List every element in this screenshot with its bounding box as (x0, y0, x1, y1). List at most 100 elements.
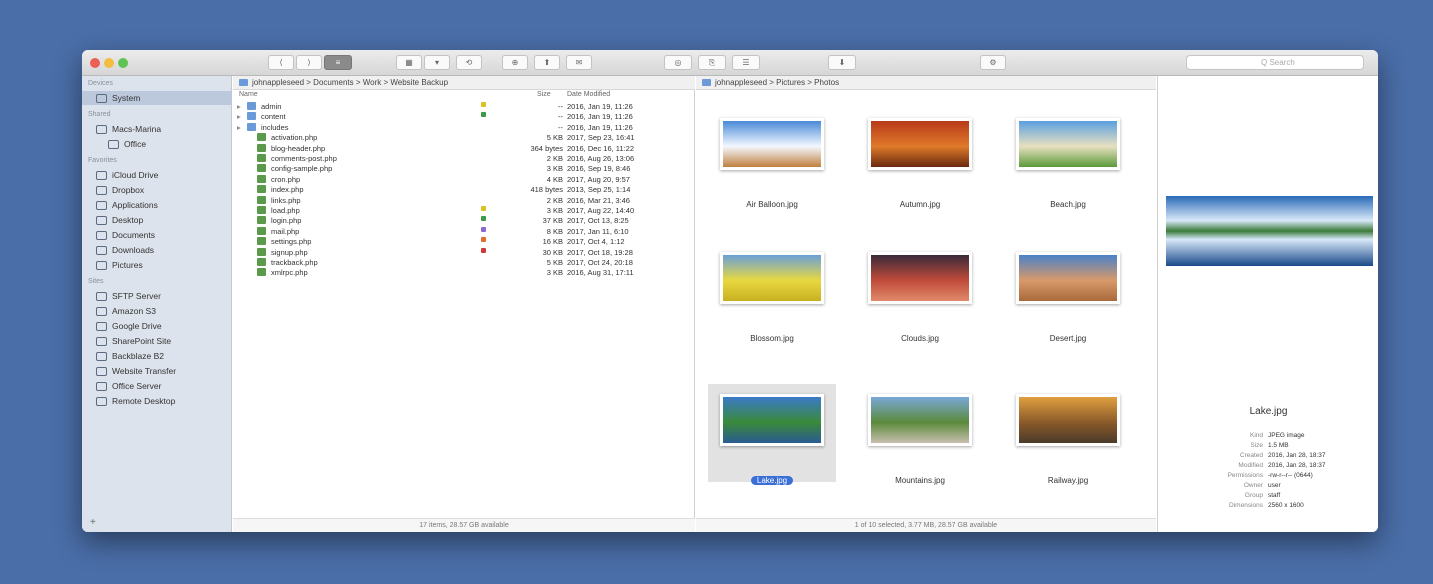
image-thumbnail[interactable] (1016, 394, 1120, 446)
file-date: 2016, Mar 21, 3:46 (567, 195, 630, 205)
sidebar-item-applications[interactable]: Applications (82, 198, 232, 212)
file-row[interactable]: ▸ content -- 2016, Jan 19, 11:26 (233, 112, 695, 122)
toolbar-button-9[interactable]: ✉ (566, 55, 592, 70)
file-row[interactable]: comments-post.php 2 KB 2016, Aug 26, 13:06 (233, 154, 695, 164)
column-date-header[interactable]: Date Modified (567, 91, 610, 98)
toolbar-button-10[interactable]: ◎ (664, 55, 692, 70)
file-row[interactable]: ▸ includes -- 2016, Jan 19, 11:26 (233, 122, 695, 133)
file-row[interactable]: ▸ admin -- 2016, Jan 19, 11:26 (233, 102, 695, 112)
file-row[interactable]: settings.php 16 KB 2017, Oct 4, 1:12 (233, 237, 695, 247)
sidebar-item-sftp-server[interactable]: SFTP Server (82, 289, 232, 303)
toolbar-button-8[interactable]: ⬆ (534, 55, 560, 70)
thumbnail-label[interactable]: Autumn.jpg (856, 200, 984, 209)
grid-path-bar[interactable]: johnappleseed > Pictures > Photos (696, 76, 1156, 90)
file-date: 2016, Jan 19, 11:26 (567, 122, 633, 132)
metadata-value: staff (1268, 492, 1281, 499)
sidebar-item-pictures[interactable]: Pictures (82, 258, 232, 272)
thumbnail-label[interactable]: Beach.jpg (1004, 200, 1132, 209)
thumbnail-label[interactable]: Air Balloon.jpg (708, 200, 836, 209)
toolbar-button-3[interactable]: ≡ (324, 55, 352, 70)
sidebar-item-backblaze-b2[interactable]: Backblaze B2 (82, 349, 232, 363)
thumbnail-filename: Beach.jpg (1050, 200, 1086, 209)
image-thumbnail[interactable] (720, 394, 824, 446)
metadata-row: Owner user (1158, 482, 1378, 492)
zoom-button[interactable] (118, 58, 128, 68)
file-row[interactable]: login.php 37 KB 2017, Oct 13, 8:25 (233, 216, 695, 226)
thumbnail-label[interactable]: Clouds.jpg (856, 334, 984, 343)
toolbar-button-7[interactable]: ⊕ (502, 55, 528, 70)
file-manager-window: ⟨ ⟩ ≡ ▦ ▾ ⟲ ⊕ ⬆ ✉ ◎ ⎘ ☰ ⬇ ⚙ Q Search Devices System Sha… (82, 50, 1378, 532)
sidebar-item-sharepoint-site[interactable]: SharePoint Site (82, 334, 232, 348)
metadata-key: Dimensions (1229, 502, 1263, 509)
toolbar-button-12[interactable]: ☰ (732, 55, 760, 70)
image-thumbnail[interactable] (868, 394, 972, 446)
minimize-button[interactable] (104, 58, 114, 68)
list-path-bar[interactable]: johnappleseed > Documents > Work > Websi… (233, 76, 695, 90)
sidebar-item-desktop[interactable]: Desktop (82, 213, 232, 227)
file-name: login.php (271, 216, 302, 226)
file-row[interactable]: activation.php 5 KB 2017, Sep 23, 16:41 (233, 133, 695, 143)
toolbar-button-5[interactable]: ▾ (424, 55, 450, 70)
toolbar-button-1[interactable]: ⟨ (268, 55, 294, 70)
toolbar-button-11[interactable]: ⎘ (698, 55, 726, 70)
file-row[interactable]: index.php 418 bytes 2013, Sep 25, 1:14 (233, 185, 695, 195)
file-row[interactable]: cron.php 4 KB 2017, Aug 20, 9:57 (233, 174, 695, 185)
close-button[interactable] (90, 58, 100, 68)
metadata-value: 2560 x 1600 (1268, 502, 1304, 509)
image-thumbnail[interactable] (720, 118, 824, 170)
sidebar-item-google-drive[interactable]: Google Drive (82, 319, 232, 333)
add-location-button[interactable]: + (90, 517, 96, 528)
file-row[interactable]: config-sample.php 3 KB 2016, Sep 19, 8:46 (233, 164, 695, 174)
file-row[interactable]: load.php 3 KB 2017, Aug 22, 14:40 (233, 206, 695, 216)
sidebar-item-website-transfer[interactable]: Website Transfer (82, 364, 232, 378)
disclosure-triangle-icon[interactable]: ▸ (237, 123, 241, 132)
metadata-value: JPEG image (1268, 432, 1305, 439)
image-thumbnail[interactable] (1016, 252, 1120, 304)
sidebar-item-label: iCloud Drive (112, 170, 159, 180)
file-name: settings.php (271, 237, 312, 247)
toolbar-button-2[interactable]: ⟩ (296, 55, 322, 70)
toolbar-button-13[interactable]: ⬇ (828, 55, 856, 70)
sidebar-item-office-server[interactable]: Office Server (82, 379, 232, 393)
file-row[interactable]: blog-header.php 364 bytes 2016, Dec 16, 11… (233, 143, 695, 154)
file-row[interactable]: links.php 2 KB 2016, Mar 21, 3:46 (233, 195, 695, 206)
thumbnail-label[interactable]: Blossom.jpg (708, 334, 836, 343)
grid-path-text: johnappleseed > Pictures > Photos (715, 78, 840, 87)
thumbnail-label[interactable]: Lake.jpg (708, 476, 836, 485)
column-size-header[interactable]: Size (537, 91, 551, 98)
metadata-key: Owner (1243, 482, 1263, 489)
search-field[interactable]: Q Search (1186, 55, 1364, 70)
thumbnail-filename: Lake.jpg (750, 476, 794, 485)
file-row[interactable]: trackback.php 5 KB 2017, Oct 24, 20:18 (233, 258, 695, 268)
file-icon (257, 143, 266, 152)
thumbnail-label[interactable]: Mountains.jpg (856, 476, 984, 485)
image-thumbnail[interactable] (868, 252, 972, 304)
column-name-header[interactable]: Name (239, 91, 258, 98)
sidebar-item-downloads[interactable]: Downloads (82, 243, 232, 257)
thumbnail-label[interactable]: Desert.jpg (1004, 334, 1132, 343)
sidebar-item-macs-marina[interactable]: Macs-Marina (82, 122, 232, 136)
sidebar-item-system[interactable]: System (82, 91, 232, 105)
sidebar-item-dropbox[interactable]: Dropbox (82, 183, 232, 197)
sidebar-section-header: Sites (88, 278, 104, 285)
toolbar-button-6[interactable]: ⟲ (456, 55, 482, 70)
thumbnail-label[interactable]: Railway.jpg (1004, 476, 1132, 485)
sidebar-item-label: Website Transfer (112, 366, 177, 376)
image-thumbnail[interactable] (1016, 118, 1120, 170)
sidebar-item-amazon-s3[interactable]: Amazon S3 (82, 304, 232, 318)
toolbar-button-14[interactable]: ⚙ (980, 55, 1006, 70)
sidebar-item-remote-desktop[interactable]: Remote Desktop (82, 394, 232, 408)
disclosure-triangle-icon[interactable]: ▸ (237, 102, 241, 111)
file-row[interactable]: mail.php 8 KB 2017, Jan 11, 6:10 (233, 226, 695, 237)
file-row[interactable]: signup.php 30 KB 2017, Oct 18, 19:28 (233, 247, 695, 258)
file-size: 5 KB (546, 258, 563, 267)
sidebar-item-documents[interactable]: Documents (82, 228, 232, 242)
sidebar-item-office[interactable]: Office (82, 137, 232, 151)
image-thumbnail[interactable] (868, 118, 972, 170)
image-thumbnail[interactable] (720, 252, 824, 304)
sidebar-item-icloud-drive[interactable]: iCloud Drive (82, 168, 232, 182)
file-row[interactable]: xmlrpc.php 3 KB 2016, Aug 31, 17:11 (233, 268, 695, 278)
sidebar-item-label: Google Drive (112, 321, 162, 331)
disclosure-triangle-icon[interactable]: ▸ (237, 112, 241, 121)
toolbar-button-4[interactable]: ▦ (396, 55, 422, 70)
